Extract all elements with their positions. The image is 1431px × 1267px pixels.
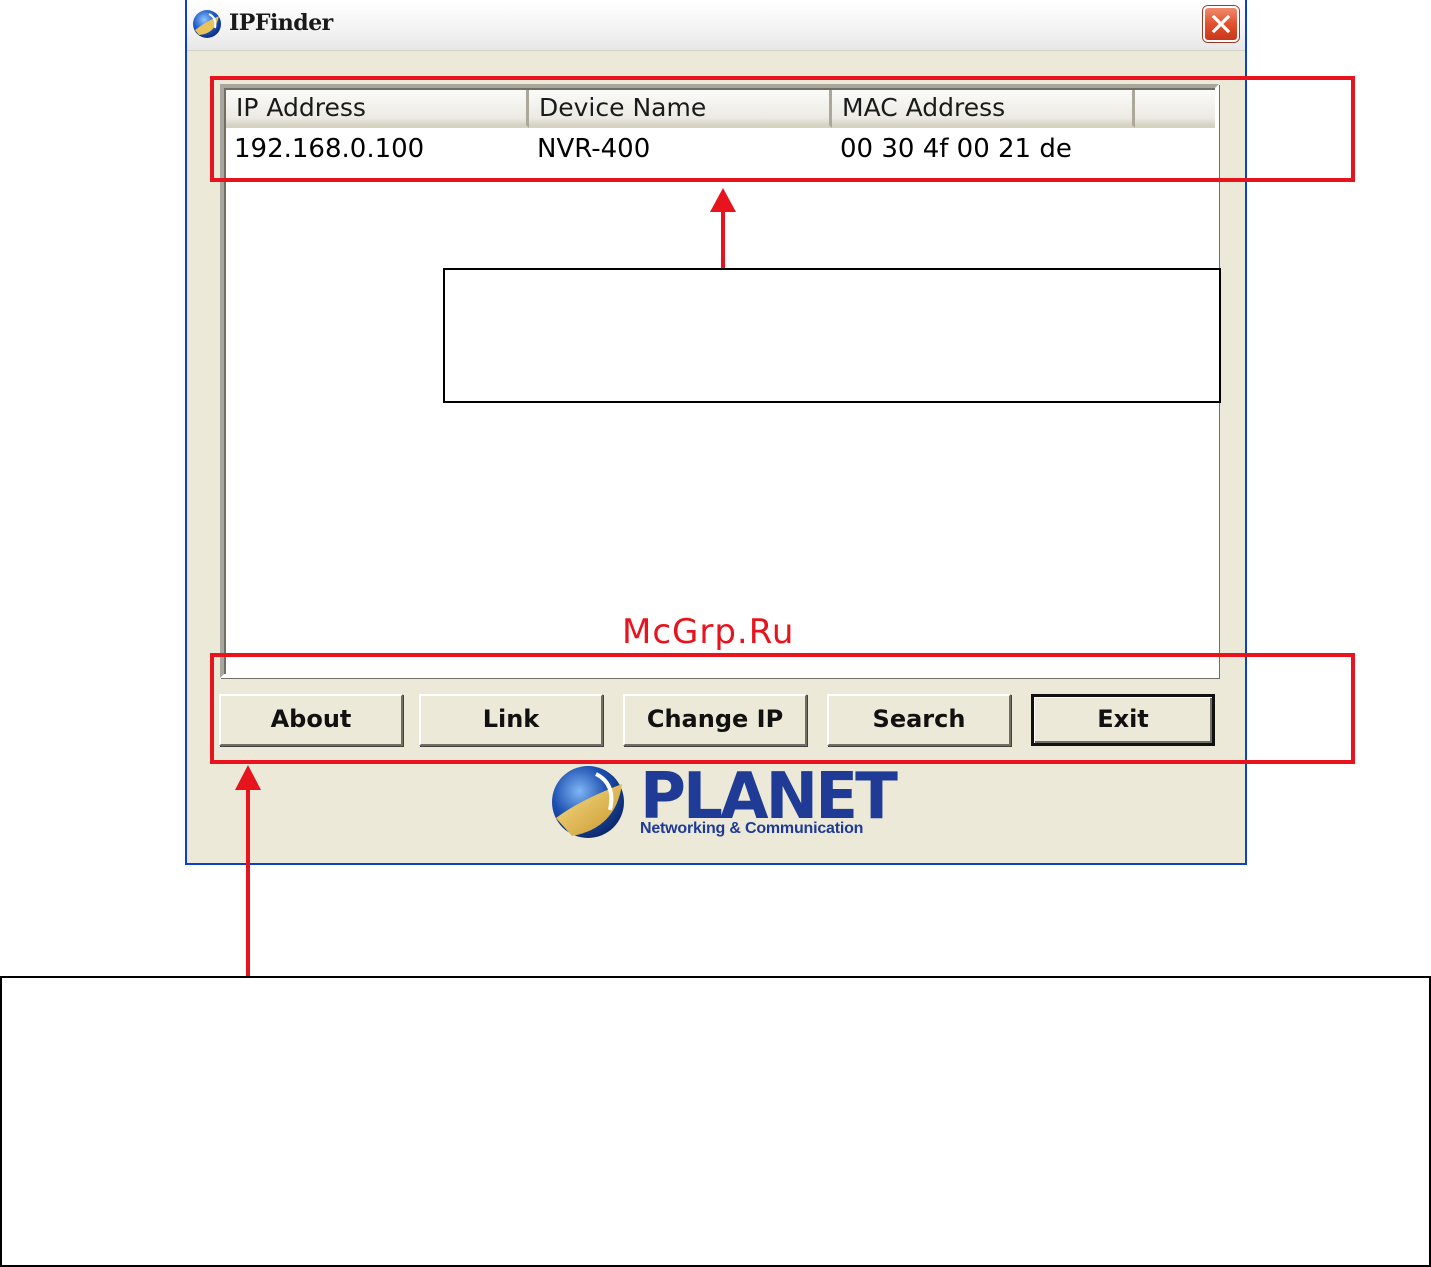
arrow-to-device-row	[710, 188, 736, 268]
arrow-to-button-bar	[235, 765, 261, 976]
annotation-arrows	[235, 188, 736, 976]
